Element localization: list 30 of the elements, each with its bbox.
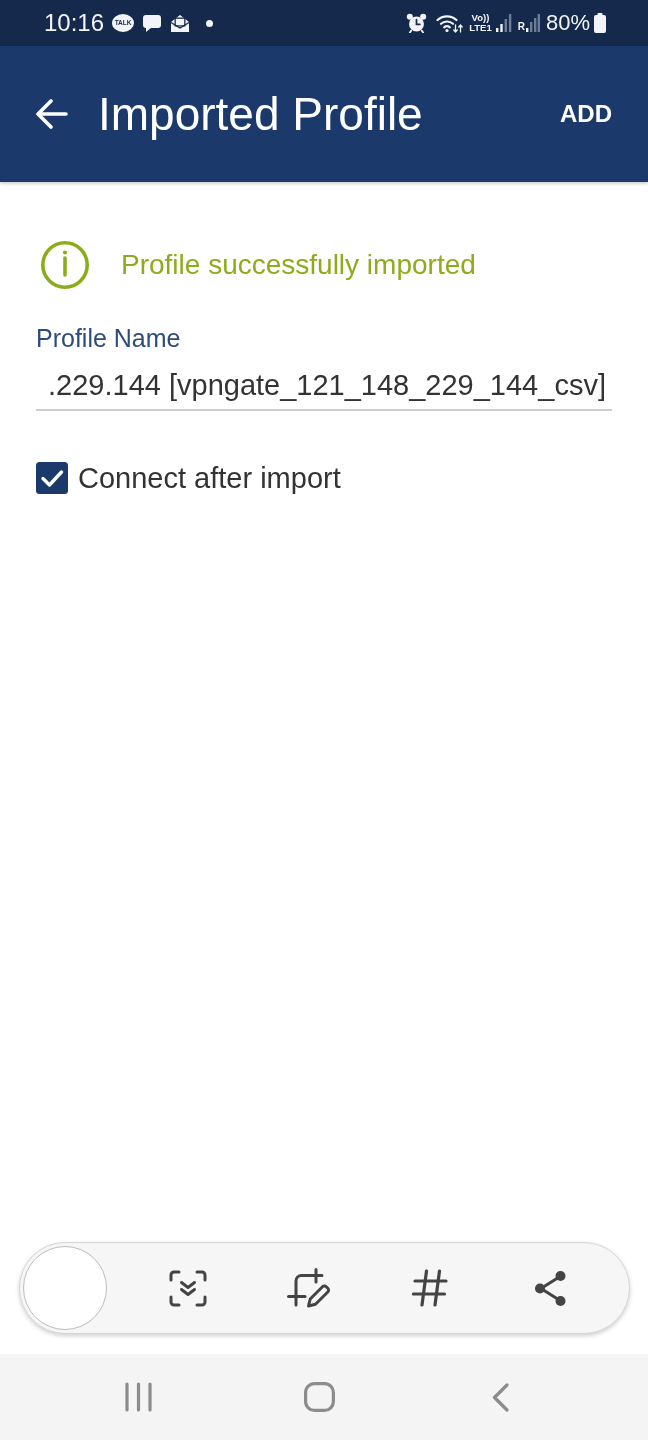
- checkbox[interactable]: [36, 462, 68, 494]
- crop-edit-icon[interactable]: [286, 1268, 331, 1308]
- back-arrow-icon[interactable]: [36, 99, 68, 129]
- notification-dot-icon: [206, 19, 214, 27]
- wifi-icon: [436, 13, 464, 33]
- roaming-label: R: [517, 21, 525, 32]
- scroll-capture-icon[interactable]: [168, 1269, 207, 1307]
- checkbox-label[interactable]: Connect after import: [78, 461, 341, 495]
- screenshot-thumbnail[interactable]: [23, 1246, 107, 1330]
- roaming-signal-bars-icon: [525, 13, 540, 33]
- battery-icon: [594, 13, 606, 33]
- success-message: Profile successfully imported: [121, 248, 476, 282]
- field-label: Profile Name: [36, 323, 181, 353]
- battery-percentage: 80%: [545, 10, 590, 36]
- recent-apps-icon[interactable]: [125, 1382, 152, 1412]
- mail-icon: [171, 14, 190, 32]
- share-icon[interactable]: [535, 1270, 566, 1306]
- screen-title: Imported Profile: [98, 87, 423, 141]
- signal-bars-icon: [495, 13, 512, 33]
- volte-label: Vo)): [471, 13, 490, 23]
- network-type-label: LTE1: [469, 23, 492, 33]
- back-icon[interactable]: [492, 1382, 509, 1412]
- add-button[interactable]: ADD: [560, 100, 612, 128]
- home-icon[interactable]: [304, 1382, 335, 1412]
- alarm-clock-icon: [406, 13, 428, 33]
- profile-name-field[interactable]: .229.144 [vpngate_121_148_229_144_csv]: [36, 365, 612, 411]
- message-icon: [143, 14, 162, 32]
- clock-time: 10:16: [44, 9, 105, 37]
- hashtag-icon[interactable]: [411, 1269, 448, 1307]
- info-icon: [41, 241, 89, 289]
